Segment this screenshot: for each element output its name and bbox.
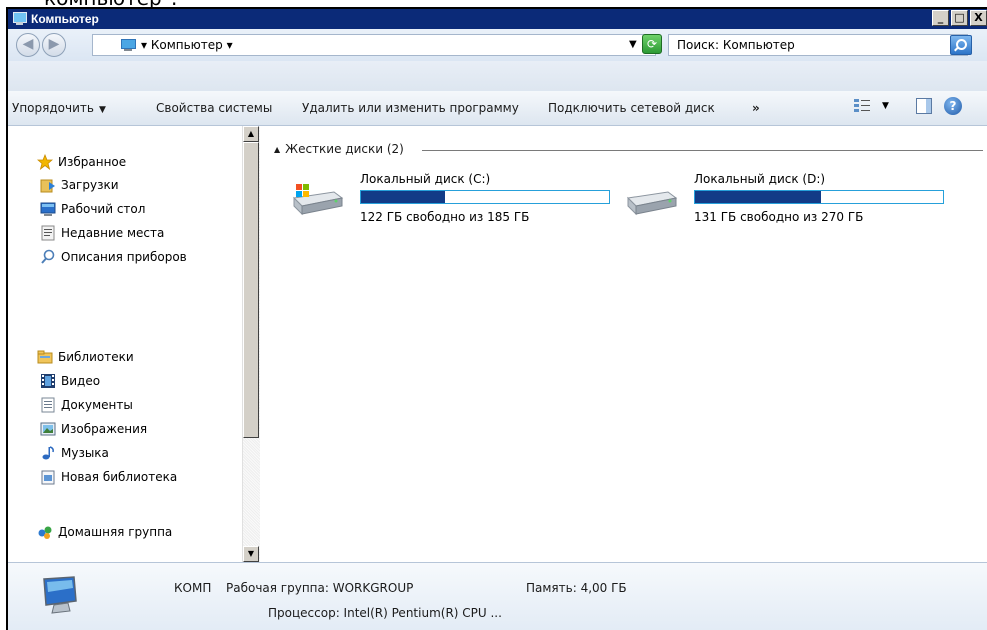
forward-button[interactable]: ▶	[42, 33, 66, 57]
drive-free-space: 131 ГБ свободно из 270 ГБ	[694, 210, 864, 224]
navigation-pane: Избранное Загрузки Рабочий стол Недавние…	[8, 126, 242, 562]
explorer-window: Компьютер _ □ X ◀ ▶ ▾ Компьютер ▾ ▼ ⟳ По…	[6, 7, 987, 630]
sidebar-item-label: Описания приборов	[61, 250, 187, 264]
sidebar-item-label: Домашняя группа	[58, 525, 173, 539]
star-icon	[36, 153, 54, 171]
sidebar-item-pictures[interactable]: Изображения	[40, 421, 147, 437]
sidebar-item-label: Новая библиотека	[61, 470, 178, 484]
sidebar-item-label: Документы	[61, 398, 133, 412]
window-title: Компьютер	[31, 12, 99, 26]
drive-usage-fill	[695, 191, 822, 203]
organize-label: Упорядочить	[12, 101, 94, 115]
system-drive-icon	[290, 182, 344, 216]
sidebar-item-documents[interactable]: Документы	[40, 397, 133, 413]
sidebar-item-libraries[interactable]: Библиотеки	[37, 349, 134, 365]
refresh-button[interactable]: ⟳	[642, 34, 662, 54]
hard-drive-icon	[624, 182, 678, 216]
sidebar-item-label: Библиотеки	[58, 350, 134, 364]
sidebar-item-label: Видео	[61, 374, 101, 388]
address-dropdown-icon[interactable]: ▼	[629, 39, 637, 50]
drive-d[interactable]: Локальный диск (D:) 131 ГБ свободно из 2…	[624, 172, 954, 232]
chevron-down-icon: ▼	[98, 105, 106, 115]
group-divider	[422, 150, 983, 151]
back-button[interactable]: ◀	[16, 33, 40, 57]
search-button[interactable]	[950, 35, 972, 55]
sidebar-item-recent-places[interactable]: Недавние места	[40, 225, 164, 241]
drive-usage-bar	[360, 190, 610, 204]
uninstall-program-button[interactable]: Удалить или изменить программу	[302, 101, 519, 115]
preview-pane-icon[interactable]	[916, 98, 932, 114]
scroll-up-button[interactable]: ▲	[243, 126, 259, 142]
drive-label: Локальный диск (C:)	[360, 172, 491, 186]
computer-icon	[38, 573, 82, 617]
map-network-drive-button[interactable]: Подключить сетевой диск	[548, 101, 715, 115]
downloads-folder-icon	[40, 177, 56, 193]
drive-usage-fill	[361, 191, 446, 203]
nav-scrollbar[interactable]: ▲ ▼	[242, 126, 260, 562]
more-commands-button[interactable]: »	[752, 101, 760, 115]
search-placeholder: Поиск: Компьютер	[677, 38, 795, 52]
group-header-label: Жесткие диски (2)	[285, 142, 404, 156]
minimize-button[interactable]: _	[932, 10, 949, 26]
sidebar-item-label: Недавние места	[61, 226, 165, 240]
system-properties-button[interactable]: Свойства системы	[156, 101, 272, 115]
view-dropdown-icon[interactable]: ▼	[882, 101, 889, 111]
sidebar-item-homegroup[interactable]: Домашняя группа	[37, 524, 172, 540]
music-icon	[40, 445, 56, 461]
sidebar-item-new-library[interactable]: Новая библиотека	[40, 469, 177, 485]
drive-free-space: 122 ГБ свободно из 185 ГБ	[360, 210, 530, 224]
documents-icon	[40, 397, 56, 413]
recent-places-icon	[40, 225, 56, 241]
address-bar: ◀ ▶ ▾ Компьютер ▾ ▼ ⟳ Поиск: Компьютер	[8, 29, 987, 62]
sidebar-item-label: Рабочий стол	[61, 202, 146, 216]
libraries-icon	[37, 349, 53, 365]
maximize-button[interactable]: □	[951, 10, 968, 26]
help-icon[interactable]: ?	[944, 97, 962, 115]
scroll-thumb[interactable]	[243, 142, 259, 438]
content-pane: ▲ Жесткие диски (2) Локальный диск (C:) …	[260, 126, 987, 562]
sidebar-item-device-descriptions[interactable]: Описания приборов	[40, 249, 187, 265]
organize-button[interactable]: Упорядочить ▼	[12, 101, 106, 115]
sidebar-item-label: Избранное	[58, 155, 127, 169]
scroll-down-button[interactable]: ▼	[243, 546, 259, 562]
video-icon	[40, 373, 56, 389]
address-path[interactable]: ▾ Компьютер ▾	[141, 38, 233, 52]
sidebar-item-label: Загрузки	[61, 178, 119, 192]
close-button[interactable]: X	[970, 10, 987, 26]
change-view-icon[interactable]	[854, 98, 870, 114]
sidebar-item-downloads[interactable]: Загрузки	[40, 177, 119, 193]
address-field[interactable]: ▾ Компьютер ▾ ▼	[92, 34, 656, 56]
computer-icon	[11, 12, 27, 26]
sidebar-item-music[interactable]: Музыка	[40, 445, 109, 461]
computer-icon	[121, 39, 136, 51]
library-icon	[40, 469, 56, 485]
search-folder-icon	[40, 249, 56, 265]
sidebar-item-label: Изображения	[61, 422, 148, 436]
computer-name: КОМП	[174, 581, 212, 595]
command-bar: Упорядочить ▼ Свойства системы Удалить ил…	[8, 61, 987, 126]
processor-info: Процессор: Intel(R) Pentium(R) CPU ...	[268, 606, 502, 620]
drive-label: Локальный диск (D:)	[694, 172, 826, 186]
title-bar[interactable]: Компьютер _ □ X	[8, 9, 987, 29]
sidebar-item-desktop[interactable]: Рабочий стол	[40, 201, 145, 217]
collapse-arrow-icon[interactable]: ▲	[274, 145, 280, 154]
drive-usage-bar	[694, 190, 944, 204]
hard-drives-group-header[interactable]: ▲ Жесткие диски (2)	[274, 142, 404, 156]
sidebar-item-video[interactable]: Видео	[40, 373, 100, 389]
desktop-icon	[40, 201, 56, 217]
sidebar-item-favorites[interactable]: Избранное	[36, 153, 127, 171]
memory-info: Память: 4,00 ГБ	[526, 581, 627, 595]
details-pane: КОМП Рабочая группа: WORKGROUP Память: 4…	[8, 562, 987, 630]
homegroup-icon	[37, 524, 53, 540]
sidebar-item-label: Музыка	[61, 446, 109, 460]
workgroup-info: Рабочая группа: WORKGROUP	[226, 581, 414, 595]
drive-c[interactable]: Локальный диск (C:) 122 ГБ свободно из 1…	[290, 172, 620, 232]
pictures-icon	[40, 421, 56, 437]
search-input[interactable]: Поиск: Компьютер	[668, 34, 968, 56]
